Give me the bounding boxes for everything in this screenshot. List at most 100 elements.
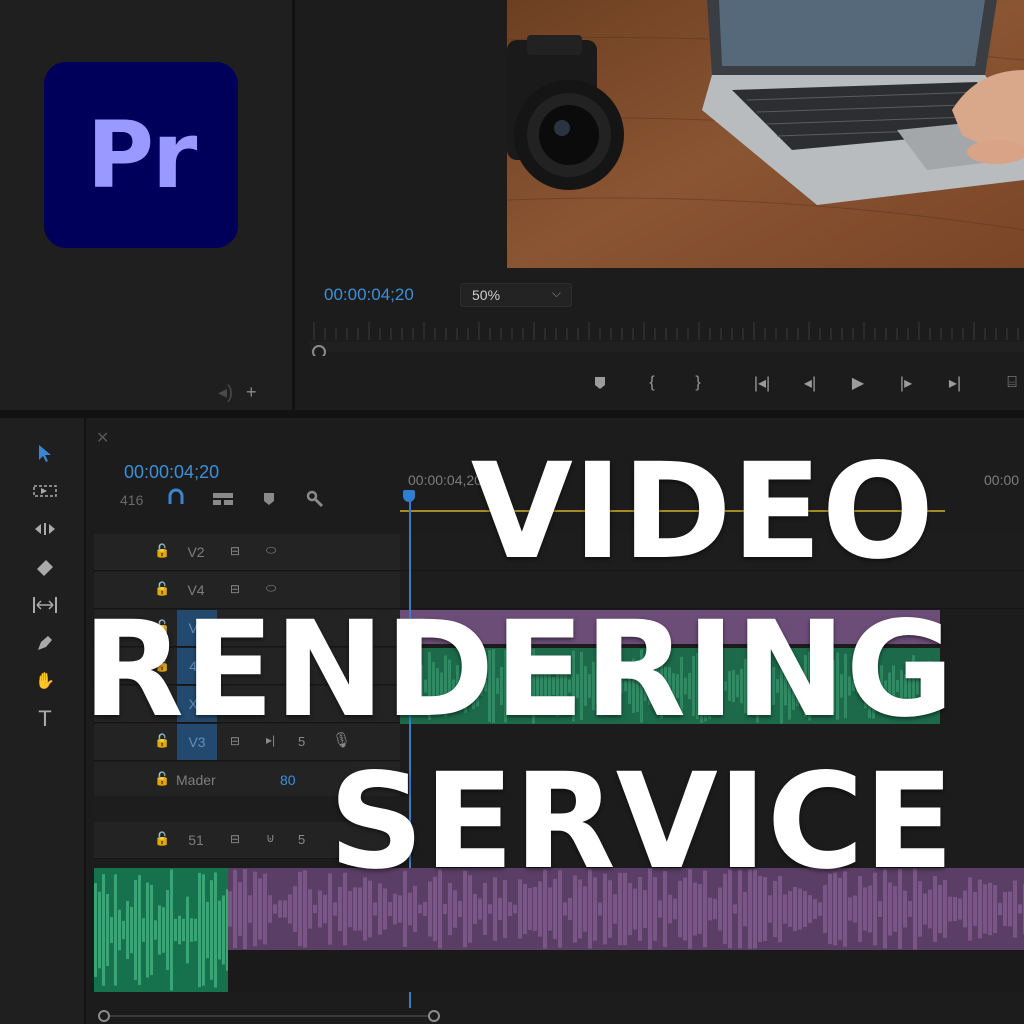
waveform-bar (668, 894, 672, 924)
go-to-out-icon[interactable]: ▸| (940, 368, 970, 398)
program-monitor-scrubber[interactable] (310, 318, 1024, 356)
razor-tool-icon[interactable] (30, 552, 60, 582)
step-back-icon[interactable]: ◂| (795, 368, 825, 398)
add-marker-icon[interactable] (585, 368, 615, 398)
program-timecode[interactable]: 00:00:04;20 (324, 285, 414, 305)
waveform-bar (308, 889, 312, 929)
waveform-bar (673, 898, 677, 920)
waveform-bar (134, 879, 137, 981)
zoom-level-value: 50% (472, 287, 501, 303)
waveform-bar (154, 920, 157, 940)
waveform-bar (908, 901, 912, 917)
lock-icon[interactable]: 🔓 (154, 771, 170, 786)
empty-audio-lane[interactable] (228, 950, 1024, 992)
waveform-bar (813, 899, 817, 919)
headline: VIDEO RENDERING SERVICE (82, 425, 1024, 899)
waveform-bar (513, 904, 517, 914)
waveform-bar (166, 890, 169, 970)
waveform-bar (713, 898, 717, 920)
headline-line-1: VIDEO (470, 435, 934, 589)
premiere-pro-logo: Pr (44, 62, 238, 248)
lock-icon[interactable]: 🔓 (154, 831, 170, 846)
waveform-bar (206, 901, 209, 959)
waveform-bar (568, 897, 572, 921)
waveform-bar (174, 918, 177, 942)
play-icon[interactable]: ▶ (843, 368, 873, 398)
go-to-in-icon[interactable]: |◂| (747, 368, 777, 398)
waveform-bar (333, 902, 337, 916)
transport-controls: { } |◂| ◂| ▶ |▸ ▸| ⌸ (585, 368, 1024, 398)
waveform-bar (186, 896, 189, 964)
insert-icon[interactable]: ⌸ (997, 368, 1024, 398)
waveform-bar (733, 904, 737, 914)
snap-icon[interactable] (166, 488, 186, 511)
waveform-bar (158, 905, 161, 955)
waveform-bar (768, 895, 772, 923)
waveform-bar (443, 904, 447, 914)
waveform-bar (170, 869, 173, 991)
headline-line-3: SERVICE (328, 745, 954, 899)
zoom-level-select[interactable]: 50% ⌵ (460, 283, 572, 307)
waveform-bar (973, 892, 977, 926)
waveform-bar (1018, 904, 1022, 914)
timeline-scrollbar[interactable] (94, 1008, 1024, 1024)
plus-icon[interactable]: + (246, 382, 257, 402)
waveform-bar (323, 894, 327, 924)
waveform-bar (658, 900, 662, 918)
waveform-bar (273, 904, 277, 914)
waveform-bar (998, 902, 1002, 916)
headline-line-2: RENDERING (82, 593, 954, 747)
waveform-bar (288, 894, 292, 924)
waveform-bar (808, 895, 812, 923)
waveform-bar (948, 896, 952, 922)
waveform-bar (106, 893, 109, 967)
waveform-bar (953, 896, 957, 922)
lock-icon[interactable]: 🔓 (154, 543, 170, 558)
waveform-bar (563, 902, 567, 916)
speaker-icon[interactable]: ◂) (218, 382, 233, 402)
waveform-bar (398, 895, 402, 923)
waveform-bar (958, 898, 962, 920)
mark-in-icon[interactable]: { (637, 368, 667, 398)
waveform-bar (118, 909, 121, 951)
waveform-bar (268, 895, 272, 923)
hand-tool-icon[interactable]: ✋ (30, 666, 60, 696)
waveform-bar (130, 906, 133, 954)
waveform-bar (182, 918, 185, 942)
waveform-bar (194, 918, 197, 942)
waveform-bar (228, 891, 232, 927)
waveform-bar (318, 890, 322, 928)
waveform-bar (178, 915, 181, 945)
waveform-bar (150, 884, 153, 976)
waveform-bar (142, 918, 145, 942)
waveform-bar (963, 890, 967, 928)
track-select-tool-icon[interactable] (30, 476, 60, 506)
waveform-bar (1003, 892, 1007, 926)
ripple-edit-tool-icon[interactable] (30, 514, 60, 544)
waveform-bar (708, 897, 712, 921)
close-icon[interactable]: ✕ (96, 428, 109, 448)
waveform-bar (458, 900, 462, 918)
selection-tool-icon[interactable] (30, 438, 60, 468)
mark-out-icon[interactable]: } (683, 368, 713, 398)
waveform-bar (110, 917, 113, 943)
step-forward-icon[interactable]: |▸ (891, 368, 921, 398)
program-preview-image (507, 0, 1024, 268)
waveform-bar (210, 880, 213, 980)
waveform-bar (598, 902, 602, 916)
panel-divider-horizontal[interactable] (0, 410, 1024, 418)
waveform-bar (222, 895, 225, 965)
pen-tool-icon[interactable] (30, 628, 60, 658)
waveform-bar (278, 900, 282, 918)
timeline-counter: 416 (120, 492, 144, 508)
waveform-bar (94, 883, 97, 977)
type-tool-icon[interactable]: T (30, 704, 60, 734)
scrubber-handle (312, 345, 326, 356)
waveform-bar (313, 904, 317, 914)
slip-tool-icon[interactable] (30, 590, 60, 620)
waveform-bar (122, 920, 125, 940)
waveform-bar (478, 898, 482, 920)
waveform-bar (488, 904, 492, 914)
waveform-bar (1008, 891, 1012, 927)
waveform-bar (146, 882, 149, 978)
